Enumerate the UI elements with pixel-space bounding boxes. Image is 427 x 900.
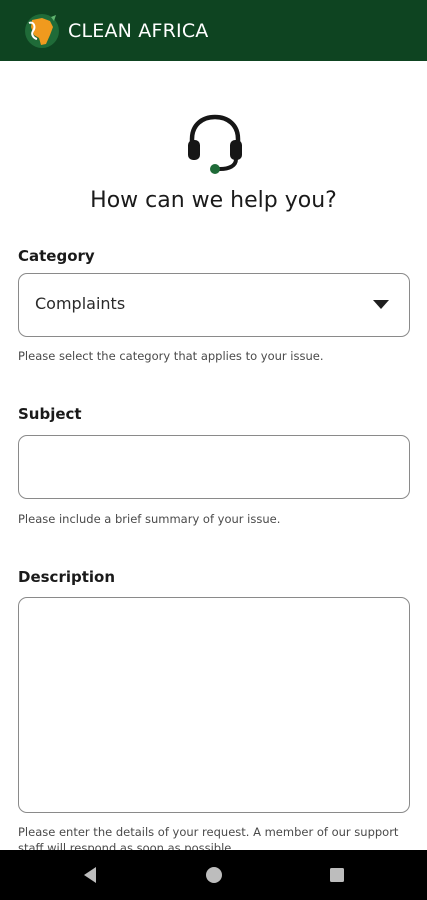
subject-input[interactable] bbox=[18, 435, 410, 499]
page-title: How can we help you? bbox=[90, 188, 337, 213]
recents-icon[interactable] bbox=[325, 863, 349, 887]
description-label: Description bbox=[18, 568, 116, 586]
app-root: CLEAN AFRICA How can we help you? Catego… bbox=[0, 0, 427, 900]
subject-label: Subject bbox=[18, 405, 82, 423]
category-label: Category bbox=[18, 247, 95, 265]
home-icon[interactable] bbox=[202, 863, 226, 887]
clean-africa-logo-icon bbox=[25, 13, 59, 48]
headset-icon bbox=[188, 114, 242, 174]
system-navigation-bar bbox=[0, 850, 427, 900]
help-form-screen: How can we help you? Category Complaints… bbox=[0, 61, 427, 850]
description-helper-text: Please enter the details of your request… bbox=[18, 825, 399, 850]
subject-helper-text: Please include a brief summary of your i… bbox=[18, 512, 281, 526]
brand-name: CLEAN AFRICA bbox=[68, 19, 209, 42]
category-selected-value: Complaints bbox=[35, 294, 126, 313]
back-icon[interactable] bbox=[78, 863, 102, 887]
dropdown-arrow-icon bbox=[373, 300, 389, 309]
description-textarea[interactable] bbox=[18, 597, 410, 813]
app-header: CLEAN AFRICA bbox=[0, 0, 427, 61]
category-select[interactable]: Complaints bbox=[18, 273, 410, 337]
category-helper-text: Please select the category that applies … bbox=[18, 349, 324, 363]
